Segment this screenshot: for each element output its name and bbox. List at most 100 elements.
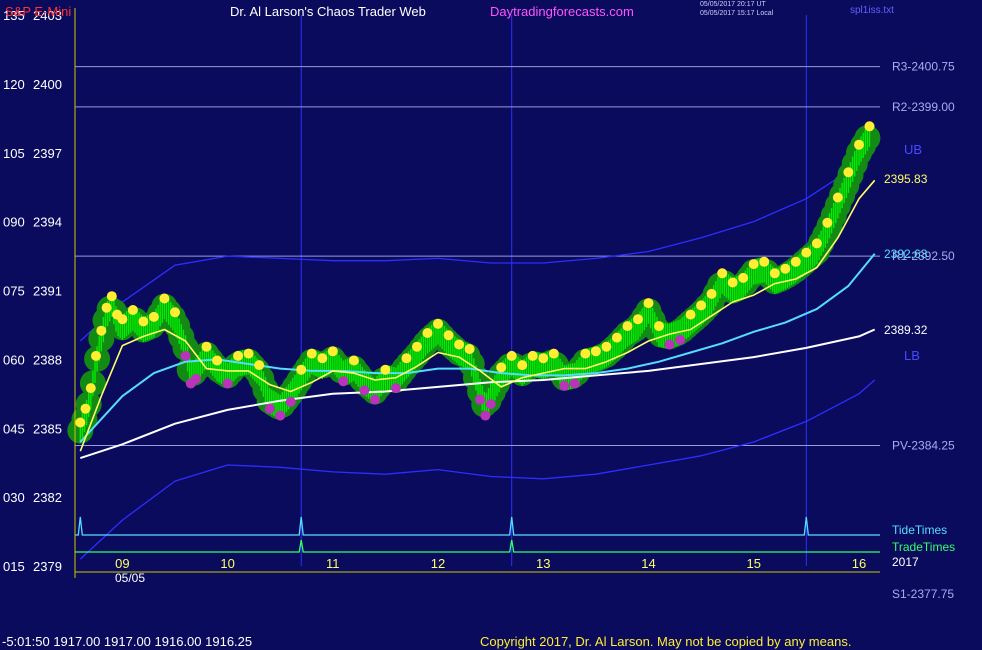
high-dot <box>327 346 338 357</box>
high-dot <box>706 288 717 299</box>
high-dot <box>433 318 443 329</box>
level-label-r3: R3-2400.75 <box>892 60 955 74</box>
low-dot <box>675 334 686 345</box>
high-dot <box>611 332 622 343</box>
slow-ma-last-label: 2389.32 <box>884 323 928 337</box>
quote-readout: -5:01:50 1917.00 1917.00 1916.00 1916.25 <box>2 634 253 649</box>
y-tick-left-045: 045 <box>3 421 25 436</box>
high-dot <box>422 328 433 338</box>
high-dot <box>727 277 738 288</box>
high-dot <box>811 238 822 249</box>
x-tick-12: 12 <box>431 556 445 571</box>
chaos-chart: R3-2400.75R2-2399.00R1-2392.50PV-2384.25… <box>0 0 982 650</box>
level-label-pv: PV-2384.25 <box>892 438 955 452</box>
high-dot <box>148 311 159 322</box>
x-tick-13: 13 <box>536 556 550 571</box>
high-dot <box>748 259 759 270</box>
high-dot <box>117 314 128 325</box>
high-dot <box>443 330 454 341</box>
low-dot <box>369 394 380 405</box>
high-dot <box>317 353 328 364</box>
high-dot <box>601 341 612 352</box>
y-tick-left-030: 030 <box>3 490 25 505</box>
copyright-notice: Copyright 2017, Dr. Al Larson. May not b… <box>480 634 852 649</box>
tide-times-label: TideTimes <box>892 523 947 537</box>
high-dot <box>454 339 465 350</box>
high-dot <box>517 360 528 371</box>
high-dot <box>138 316 149 327</box>
low-dot <box>475 394 486 405</box>
high-dot <box>91 350 101 361</box>
high-dot <box>738 272 749 283</box>
high-dot <box>643 298 654 309</box>
site-title: Dr. Al Larson's Chaos Trader Web <box>230 4 426 19</box>
low-dot <box>275 410 286 421</box>
lower-band-label: LB <box>904 348 920 363</box>
high-dot <box>622 321 633 332</box>
site-link[interactable]: Daytradingforecasts.com <box>490 4 634 19</box>
last-price-label: 2395.83 <box>884 172 928 186</box>
high-dot <box>127 305 138 315</box>
high-dot <box>548 348 559 359</box>
high-dot <box>717 268 728 279</box>
high-dot <box>243 348 254 359</box>
high-dot <box>106 291 117 302</box>
x-tick-16: 16 <box>852 556 866 571</box>
chart-window: { "header": { "symbol": "S&P E-Mini", "s… <box>0 0 982 650</box>
trade-times-label: TradeTimes <box>892 540 955 554</box>
high-dot <box>464 344 475 354</box>
high-dot <box>85 383 96 394</box>
high-dot <box>843 167 854 178</box>
high-dot <box>538 353 549 364</box>
high-dot <box>864 121 875 132</box>
y-tick-left-090: 090 <box>3 215 25 230</box>
low-dot <box>390 383 401 394</box>
low-dot <box>359 385 370 396</box>
y-tick-price-2379: 2379 <box>33 559 62 574</box>
symbol-label: S&P E-Mini <box>5 4 72 19</box>
high-dot <box>527 350 538 361</box>
y-tick-price-2385: 2385 <box>33 421 62 436</box>
x-tick-10: 10 <box>220 556 234 571</box>
high-dot <box>696 300 707 311</box>
high-dot <box>306 348 317 359</box>
timestamp-local: 05/05/2017 15:17 Local <box>700 10 774 17</box>
low-dot <box>480 410 491 421</box>
high-dot <box>348 355 359 366</box>
high-dot <box>832 192 843 203</box>
high-dot <box>233 350 244 361</box>
y-tick-price-2397: 2397 <box>33 146 62 161</box>
year-label: 2017 <box>892 555 919 569</box>
high-dot <box>80 403 91 414</box>
y-tick-price-2394: 2394 <box>33 215 62 230</box>
x-tick-09: 09 <box>115 556 129 571</box>
high-dot <box>401 353 412 364</box>
high-dot <box>790 256 801 267</box>
x-tick-15: 15 <box>746 556 760 571</box>
high-dot <box>590 346 601 357</box>
low-dot <box>264 403 275 414</box>
low-dot <box>664 339 675 350</box>
high-dot <box>254 360 265 371</box>
high-dot <box>780 263 791 274</box>
high-dot <box>96 325 107 336</box>
mid-ma-last-label: 2392.63 <box>884 247 928 261</box>
y-tick-price-2391: 2391 <box>33 284 62 299</box>
high-dot <box>496 362 507 373</box>
high-dot <box>380 364 391 375</box>
timestamp-utc: 05/05/2017 20:17 UT <box>700 1 766 8</box>
high-dot <box>580 348 591 359</box>
low-dot <box>485 399 496 410</box>
date-label: 05/05 <box>115 571 145 585</box>
high-dot <box>412 341 422 352</box>
low-dot <box>338 376 349 387</box>
data-file-name: spl1iss.txt <box>850 5 894 16</box>
high-dot <box>201 341 212 352</box>
y-tick-price-2388: 2388 <box>33 352 62 367</box>
high-dot <box>170 307 180 318</box>
y-tick-left-120: 120 <box>3 77 25 92</box>
high-dot <box>769 268 780 279</box>
level-label-s1: S1-2377.75 <box>892 587 954 601</box>
high-dot <box>654 321 664 332</box>
x-tick-11: 11 <box>326 556 340 571</box>
